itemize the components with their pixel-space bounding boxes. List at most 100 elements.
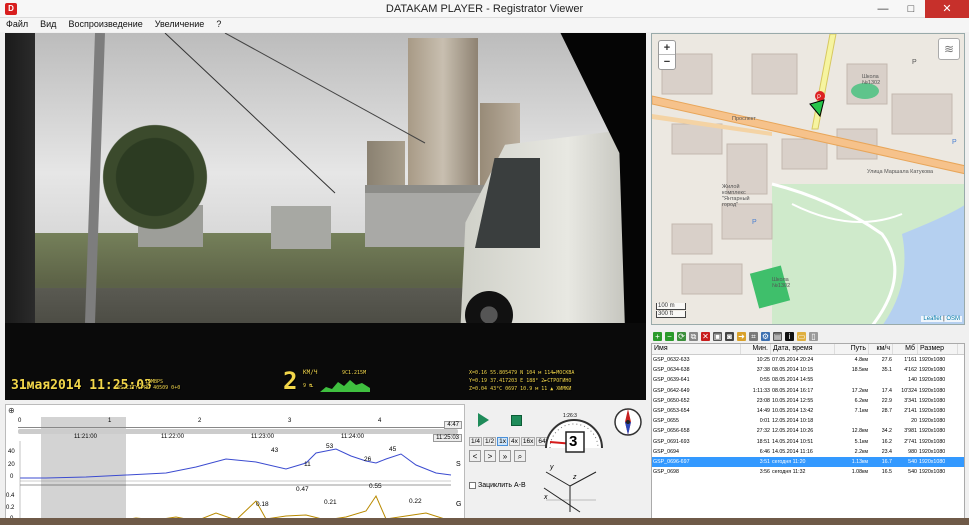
- menu-zoom[interactable]: Увеличение: [149, 18, 211, 32]
- osd-model: 8S-CITY-PRO 40509 0+0: [117, 385, 181, 391]
- file-cell: GSP_0642-649: [653, 387, 690, 394]
- osm-link[interactable]: OSM: [946, 316, 960, 322]
- map-scale-imperial: 300 ft: [656, 311, 686, 318]
- file-row[interactable]: GSP_0650-652 23:08 10.05.2014 12:55 6.2км 22…: [652, 396, 964, 406]
- file-cell: 1920x1080: [919, 387, 946, 394]
- g-axis-label: G: [456, 501, 462, 508]
- settings-icon[interactable]: ⚙: [761, 331, 770, 341]
- ruler-tick: 4: [378, 418, 382, 424]
- map-attribution: Leaflet | OSM: [921, 316, 962, 322]
- col-mb[interactable]: Мб: [893, 344, 918, 354]
- export-icon[interactable]: ➜: [737, 331, 746, 341]
- map-label: №1302: [772, 283, 791, 289]
- add-file-icon[interactable]: +: [653, 331, 662, 341]
- timeline-panel[interactable]: ⊕ 0 1 2 3 4 4:47 11:21:00 11:22:00 11:23…: [5, 404, 465, 525]
- snapshot-icon[interactable]: ◙: [725, 331, 734, 341]
- col-size[interactable]: Размер: [918, 344, 958, 354]
- osd-speed-unit: КМ/Ч: [303, 369, 318, 376]
- speed-peak: 43: [271, 447, 279, 454]
- speed-16x-button[interactable]: 16x: [520, 437, 536, 446]
- prev-frame-button[interactable]: <: [469, 450, 481, 462]
- file-row[interactable]: GSP_0634-638 37:38 08.05.2014 10:15 18.5км 3…: [652, 365, 964, 375]
- file-row[interactable]: GSP_0656-658 27:32 12.05.2014 10:26 12.8км 3…: [652, 426, 964, 436]
- col-name[interactable]: Имя: [652, 344, 741, 354]
- leaflet-link[interactable]: Leaflet: [923, 316, 941, 322]
- stop-icon[interactable]: [511, 415, 522, 426]
- play-icon[interactable]: [478, 413, 489, 427]
- osd-altitude-graph: [320, 380, 370, 392]
- file-row[interactable]: GSP_0696-697 3:51 сегодня 11:20 1.13км 16.7 5…: [652, 456, 964, 468]
- folder-icon[interactable]: ▭: [797, 331, 806, 341]
- map-panel[interactable]: P P P P Школа №1302 Жилой комплекс "Янтарный…: [651, 33, 965, 325]
- file-cell: 5.1км: [854, 438, 868, 445]
- zoom-search-button[interactable]: ⌕: [514, 450, 526, 462]
- file-row[interactable]: GSP_0698 3:56 сегодня 11:32 1.08км 16.5 540 19…: [652, 467, 964, 477]
- fast-forward-button[interactable]: »: [499, 450, 511, 462]
- document-icon[interactable]: ▯: [809, 331, 818, 341]
- speed-1x-button[interactable]: 1x: [497, 437, 508, 446]
- file-cell: [835, 416, 869, 426]
- file-cell: GSP_0653-654: [653, 407, 690, 414]
- file-cell: 28.7: [881, 407, 892, 414]
- speed-tick: 40: [8, 449, 15, 455]
- crop-icon[interactable]: ⌗: [749, 331, 758, 341]
- file-list[interactable]: Имя Мин. Дата, время Путь км/ч Мб Размер…: [651, 343, 965, 525]
- file-cell: GSP_0639-641: [653, 377, 690, 384]
- gauge-gear: 3: [569, 433, 578, 450]
- menu-playback[interactable]: Воспроизведение: [62, 18, 148, 32]
- timeline-zoom-icon[interactable]: ⊕: [8, 406, 15, 415]
- map-zoom-in-button[interactable]: +: [659, 41, 675, 55]
- file-cell: 27:32: [756, 428, 770, 435]
- file-cell: 16.5: [881, 469, 892, 476]
- file-cell: [835, 375, 869, 385]
- file-cell: 37:38: [756, 367, 770, 374]
- menu-file[interactable]: Файл: [0, 18, 34, 32]
- copy-icon[interactable]: ⧉: [689, 331, 698, 341]
- next-frame-button[interactable]: >: [484, 450, 496, 462]
- file-cell: 10:25: [756, 357, 770, 363]
- file-row[interactable]: GSP_0653-654 14:49 10.05.2014 13:42 7.1км 28…: [652, 406, 964, 416]
- file-row[interactable]: GSP_0655 0:01 12.05.2014 10:18 20 1920x1080: [652, 416, 964, 426]
- refresh-icon[interactable]: ⟳: [677, 331, 686, 341]
- file-row[interactable]: GSP_0642-649 1:11:33 08.05.2014 16:17 17.2к…: [652, 386, 964, 396]
- g-peak: 0.22: [409, 498, 422, 505]
- maximize-button[interactable]: □: [897, 0, 925, 18]
- g-peak: 0.55: [369, 483, 382, 490]
- minimize-button[interactable]: —: [869, 0, 897, 18]
- col-speed[interactable]: км/ч: [869, 344, 893, 354]
- file-cell: 1920x1080: [919, 458, 946, 465]
- file-list-header: Имя Мин. Дата, время Путь км/ч Мб Размер: [652, 344, 964, 355]
- file-toolbar: + − ⟳ ⧉ ✕ ▣ ◙ ➜ ⌗ ⚙ ▤ i ▭ ▯: [651, 330, 965, 342]
- film-icon[interactable]: ▤: [773, 331, 782, 341]
- file-cell: 18.5км: [851, 367, 868, 374]
- file-cell: 10'324: [901, 387, 917, 394]
- speed-4x-button[interactable]: 4x: [508, 437, 520, 446]
- speed-quarter-button[interactable]: 1/4: [469, 437, 483, 446]
- speed-tick: 0: [10, 474, 14, 480]
- map-layers-icon[interactable]: ≋: [938, 38, 960, 60]
- file-cell: 3'341: [904, 397, 917, 404]
- file-row[interactable]: GSP_0694 6:46 14.05.2014 11:16 2.2км 23.4 980…: [652, 447, 964, 457]
- menu-help[interactable]: ?: [210, 18, 227, 32]
- col-minutes[interactable]: Мин.: [741, 344, 771, 354]
- loop-ab-checkbox[interactable]: [469, 482, 476, 489]
- info-icon[interactable]: i: [785, 331, 794, 341]
- map-zoom-out-button[interactable]: −: [659, 55, 675, 69]
- file-row[interactable]: GSP_0691-693 18:51 14.05.2014 10:51 5.1км 16…: [652, 437, 964, 447]
- close-button[interactable]: ✕: [925, 0, 969, 18]
- video-viewport[interactable]: 31мая2014 11:25:03 19MBPS 8S-CITY-PRO 40…: [5, 33, 646, 400]
- col-datetime[interactable]: Дата, время: [771, 344, 835, 354]
- menu-view[interactable]: Вид: [34, 18, 62, 32]
- save-icon[interactable]: ▣: [713, 331, 722, 341]
- speed-half-button[interactable]: 1/2: [483, 437, 497, 446]
- delete-icon[interactable]: ✕: [701, 331, 710, 341]
- remove-file-icon[interactable]: −: [665, 331, 674, 341]
- osd-line2: Y=0.19 37.417203 E 188° 2►СТРОГИНО: [469, 378, 572, 384]
- speed-tick: 20: [8, 462, 15, 468]
- speed-peak: 11: [304, 461, 311, 468]
- compass-icon: [613, 405, 643, 443]
- col-path[interactable]: Путь: [835, 344, 869, 354]
- file-row[interactable]: GSP_0639-641 0:55 08.05.2014 14:55 140 1920x…: [652, 375, 964, 385]
- file-row[interactable]: GSP_0632-633 10:25 07.05.2014 20:24 4.8км 27…: [652, 355, 964, 365]
- loop-ab-control[interactable]: Зациклить А-В: [469, 482, 526, 489]
